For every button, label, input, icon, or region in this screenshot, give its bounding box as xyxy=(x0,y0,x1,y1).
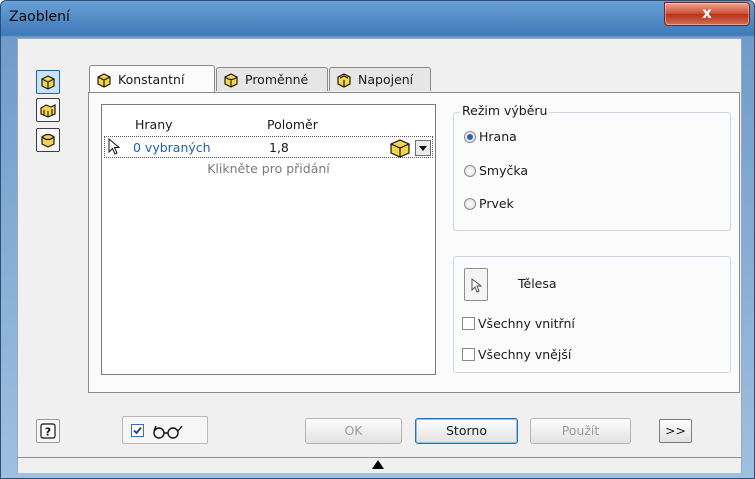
checkmark-icon xyxy=(133,426,142,435)
tab-panel-constant: Hrany Poloměr 0 vybraných 1,8 Klikněte p… xyxy=(88,92,740,393)
radius-value[interactable]: 1,8 xyxy=(269,140,289,155)
cube-variable-icon xyxy=(224,72,238,88)
tab-label: Napojení xyxy=(358,72,414,87)
expand-strip[interactable] xyxy=(18,457,741,473)
close-icon: x xyxy=(702,4,712,22)
bodies-select-button[interactable] xyxy=(464,268,488,301)
radio-feature[interactable]: Prvek xyxy=(464,196,514,211)
dialog-body: Konstantní Proměnné Napojení Hrany Polom… xyxy=(17,38,742,473)
check-all-inside[interactable]: Všechny vnitřní xyxy=(462,316,575,331)
checkbox[interactable] xyxy=(462,317,475,330)
help-button[interactable]: ? xyxy=(36,419,60,443)
ok-button[interactable]: OK xyxy=(305,418,402,444)
radio-edge[interactable]: Hrana xyxy=(464,129,517,144)
click-to-add-hint[interactable]: Klikněte pro přidání xyxy=(102,161,435,176)
bodies-label: Tělesa xyxy=(518,276,557,291)
radio-label: Prvek xyxy=(479,196,514,211)
cube-constant-icon xyxy=(97,72,111,88)
face-fillet-button[interactable] xyxy=(36,98,60,122)
preview-toggle[interactable] xyxy=(122,416,208,444)
edge-select-cursor-icon[interactable] xyxy=(108,138,122,156)
cancel-button[interactable]: Storno xyxy=(415,418,518,444)
radio-label: Smyčka xyxy=(479,163,529,178)
selection-mode-group: Režim výběru Hrana Smyčka Prvek xyxy=(453,103,731,231)
help-icon: ? xyxy=(40,423,56,439)
checkbox-label: Všechny vnitřní xyxy=(478,316,575,331)
cube-setback-icon xyxy=(337,72,351,88)
tab-label: Konstantní xyxy=(118,72,185,87)
more-options-button[interactable]: >> xyxy=(659,419,692,443)
title-bar[interactable]: Zaoblení x xyxy=(1,1,754,37)
full-round-fillet-icon xyxy=(41,133,55,148)
check-all-outside[interactable]: Všechny vnější xyxy=(462,347,571,362)
glasses-icon xyxy=(153,425,183,439)
radio-button[interactable] xyxy=(464,197,476,210)
edges-grid[interactable]: Hrany Poloměr 0 vybraných 1,8 Klikněte p… xyxy=(101,104,436,375)
dialog-window: Zaoblení x Konstantní Proměnné Napojení … xyxy=(0,0,755,479)
tab-constant[interactable]: Konstantní xyxy=(89,65,215,93)
tab-label: Proměnné xyxy=(245,72,309,87)
radio-loop[interactable]: Smyčka xyxy=(464,163,528,178)
selection-mode-title: Režim výběru xyxy=(460,103,550,118)
preview-checkbox[interactable] xyxy=(131,424,144,437)
full-round-fillet-button[interactable] xyxy=(36,128,60,152)
expand-arrow-icon[interactable] xyxy=(372,460,384,469)
face-fillet-icon xyxy=(40,104,56,118)
radio-label: Hrana xyxy=(479,129,517,144)
radio-button[interactable] xyxy=(464,164,476,177)
cube-fillet-icon[interactable] xyxy=(388,138,412,158)
close-button[interactable]: x xyxy=(664,2,750,26)
checkbox[interactable] xyxy=(462,348,475,361)
tab-variable[interactable]: Proměnné xyxy=(216,67,328,91)
tab-setback[interactable]: Napojení xyxy=(329,67,431,91)
edge-fillet-icon xyxy=(41,75,55,90)
bodies-group: Tělesa Všechny vnitřní Všechny vnější xyxy=(453,256,731,373)
edges-count-link[interactable]: 0 vybraných xyxy=(133,140,211,155)
checkbox-label: Všechny vnější xyxy=(478,347,572,362)
radio-button[interactable] xyxy=(464,130,476,143)
help-glyph: ? xyxy=(45,426,51,439)
column-header-edges: Hrany xyxy=(135,117,173,132)
apply-button[interactable]: Použít xyxy=(530,418,631,444)
select-arrow-icon xyxy=(471,278,483,293)
window-title: Zaoblení xyxy=(9,9,70,25)
column-header-radius: Poloměr xyxy=(267,117,318,132)
edge-fillet-button[interactable] xyxy=(36,70,60,94)
radius-dropdown-button[interactable] xyxy=(415,140,431,156)
